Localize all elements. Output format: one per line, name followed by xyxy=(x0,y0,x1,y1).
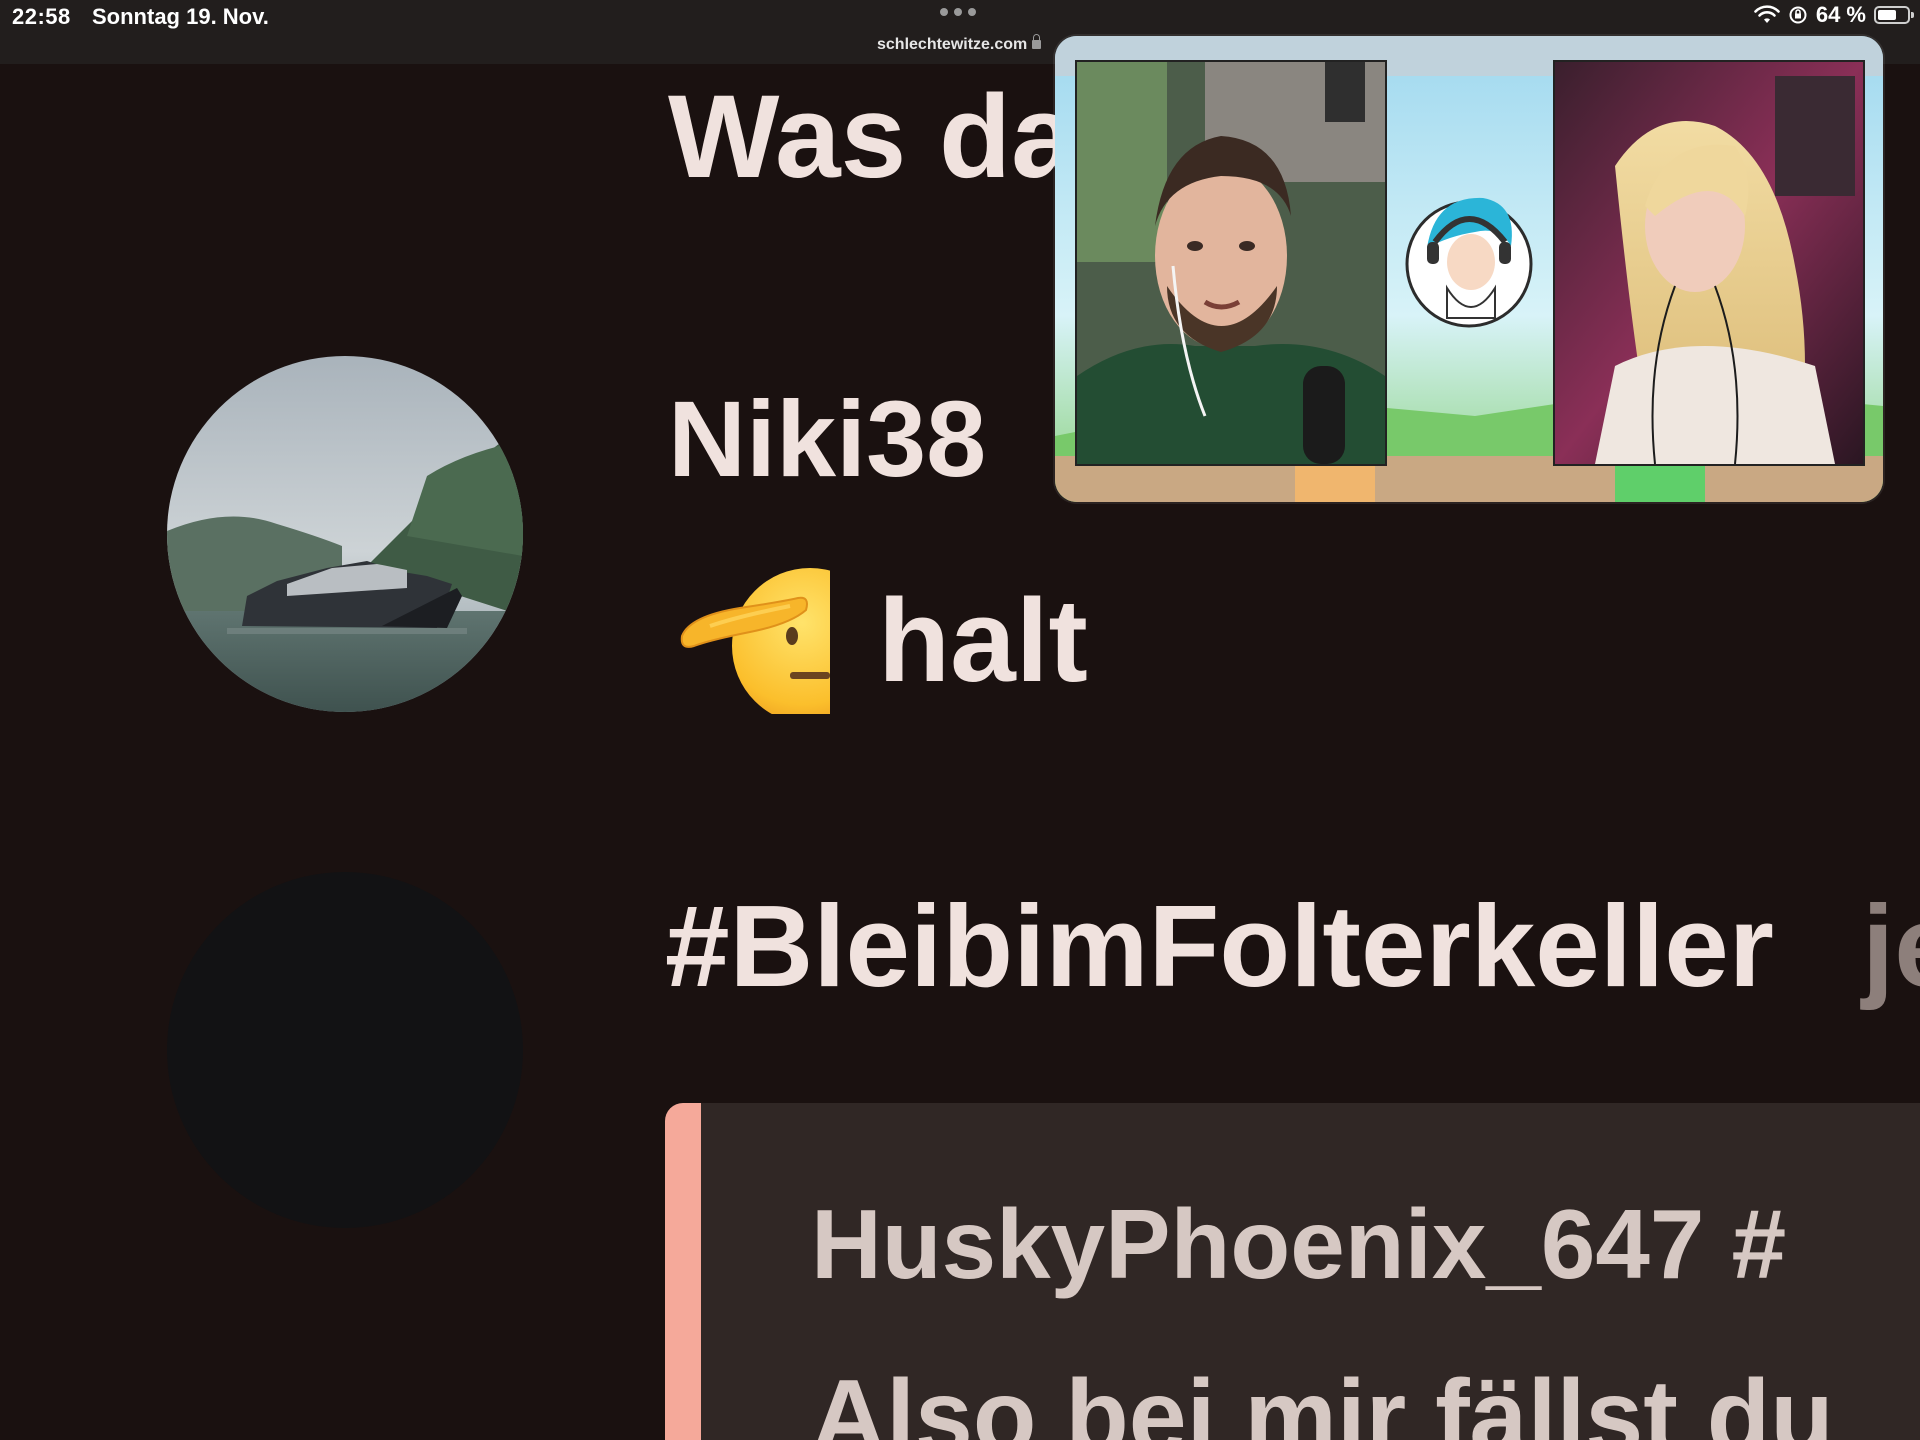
orientation-lock-icon xyxy=(1789,6,1807,24)
pip-video-frame xyxy=(1055,36,1883,502)
trailing-text: je xyxy=(1862,881,1920,1011)
message-line-1: Was da xyxy=(668,71,1077,203)
screen: 22:58 Sonntag 19. Nov. schlechtewitze.co… xyxy=(0,0,1920,1440)
lock-icon xyxy=(1032,34,1041,49)
message-line-3: halt xyxy=(878,575,1088,707)
hashtag-link[interactable]: #BleibimFolterkeller xyxy=(665,888,1774,1004)
multitasking-dots[interactable] xyxy=(940,8,976,16)
url-label[interactable]: schlechtewitze.com xyxy=(877,36,1027,54)
status-right-group: 64 % xyxy=(1754,2,1914,28)
ship-photo xyxy=(167,356,523,712)
battery-icon xyxy=(1874,6,1914,24)
status-date: Sonntag 19. Nov. xyxy=(92,4,269,29)
quoted-message-card[interactable]: HuskyPhoenix_647 # Also bei mir fällst d… xyxy=(665,1103,1920,1440)
quote-username: HuskyPhoenix_647 # xyxy=(811,1189,1787,1299)
battery-percentage: 64 % xyxy=(1815,2,1866,27)
picture-in-picture-video[interactable] xyxy=(1055,36,1883,502)
saluting-face-emoji xyxy=(680,568,830,714)
user-avatar-ship[interactable] xyxy=(167,356,523,712)
quote-text: Also bei mir fällst du xyxy=(811,1359,1834,1440)
wifi-icon xyxy=(1754,5,1780,23)
username-niki[interactable]: Niki38 xyxy=(668,385,986,493)
quote-accent-bar xyxy=(665,1103,701,1440)
status-time: 22:58 xyxy=(12,4,71,29)
user-avatar-placeholder[interactable] xyxy=(167,872,523,1228)
